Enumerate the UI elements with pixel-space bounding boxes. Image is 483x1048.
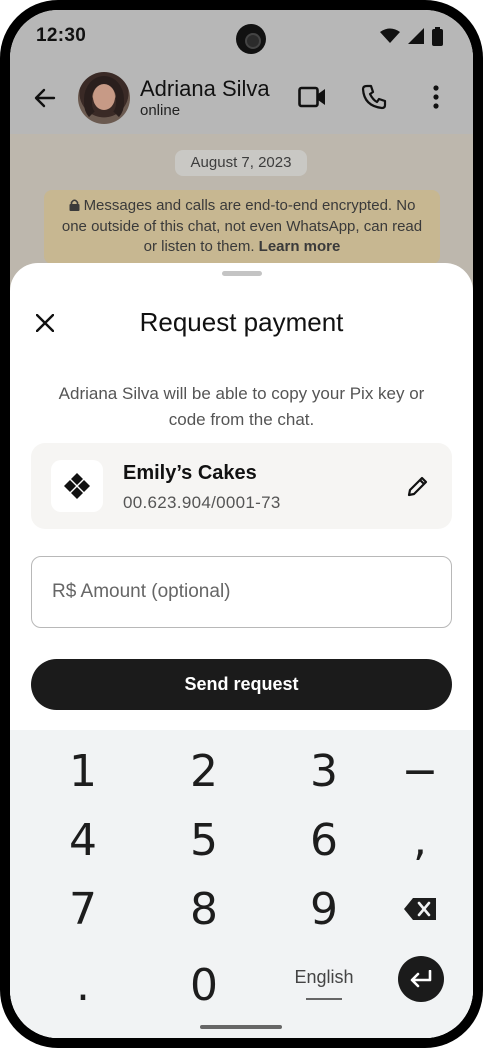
backspace-icon[interactable]	[370, 878, 470, 940]
key-comma[interactable]: ,	[370, 809, 470, 871]
key-0[interactable]: 0	[154, 954, 254, 1016]
wifi-icon	[380, 28, 400, 43]
header-actions	[297, 82, 451, 112]
key-8[interactable]: 8	[154, 878, 254, 940]
key-minus[interactable]: −	[370, 740, 470, 802]
send-request-button[interactable]: Send request	[31, 659, 452, 710]
screen: 12:30 Adriana Silva online August 7, 202…	[10, 10, 473, 1038]
sheet-description: Adriana Silva will be able to copy your …	[58, 384, 425, 429]
key-4[interactable]: 4	[33, 809, 133, 871]
key-7[interactable]: 7	[33, 878, 133, 940]
battery-icon	[432, 26, 443, 46]
language-label: English	[294, 966, 354, 987]
lock-icon	[69, 199, 80, 211]
signal-icon	[408, 28, 424, 44]
contact-name: Adriana Silva	[140, 76, 270, 101]
pix-key-card[interactable]: Emily’s Cakes 00.623.904/0001-73	[31, 443, 452, 529]
contact-status: online	[140, 102, 181, 119]
date-chip: August 7, 2023	[175, 150, 307, 176]
sheet-title: Request payment	[139, 307, 344, 337]
edit-pencil-icon[interactable]	[404, 472, 432, 500]
front-camera	[236, 24, 266, 54]
status-icons	[380, 26, 443, 46]
key-3[interactable]: 3	[274, 740, 374, 802]
numeric-keyboard: 1 2 3 − 4 5 6 , 7 8 9 . 0 English	[10, 730, 473, 1038]
enter-icon[interactable]	[398, 956, 444, 1002]
key-period[interactable]: .	[33, 954, 133, 1016]
key-5[interactable]: 5	[154, 809, 254, 871]
pix-logo-icon	[51, 460, 103, 512]
encryption-text: Messages and calls are end-to-end encryp…	[61, 197, 423, 255]
key-1[interactable]: 1	[33, 740, 133, 802]
amount-input[interactable]	[31, 556, 452, 628]
language-underline	[306, 997, 342, 1000]
key-2[interactable]: 2	[154, 740, 254, 802]
key-9[interactable]: 9	[274, 878, 374, 940]
pix-name: Emily’s Cakes	[123, 462, 257, 484]
encryption-banner[interactable]: Messages and calls are end-to-end encryp…	[44, 190, 440, 264]
phone-icon[interactable]	[359, 82, 389, 112]
language-switch[interactable]: English	[274, 952, 374, 1014]
video-call-icon[interactable]	[297, 82, 327, 112]
key-6[interactable]: 6	[274, 809, 374, 871]
contact-info[interactable]: Adriana Silva online	[140, 76, 270, 120]
back-arrow-icon[interactable]	[32, 85, 58, 111]
sheet-grabber[interactable]	[222, 271, 262, 276]
home-indicator[interactable]	[200, 1025, 282, 1029]
learn-more-link[interactable]: Learn more	[259, 238, 341, 255]
more-vert-icon[interactable]	[421, 82, 451, 112]
status-time: 12:30	[36, 25, 87, 46]
pix-key: 00.623.904/0001-73	[123, 493, 281, 512]
chat-header: Adriana Silva online	[10, 62, 473, 134]
phone-frame: 12:30 Adriana Silva online August 7, 202…	[0, 0, 483, 1048]
avatar[interactable]	[78, 72, 130, 124]
